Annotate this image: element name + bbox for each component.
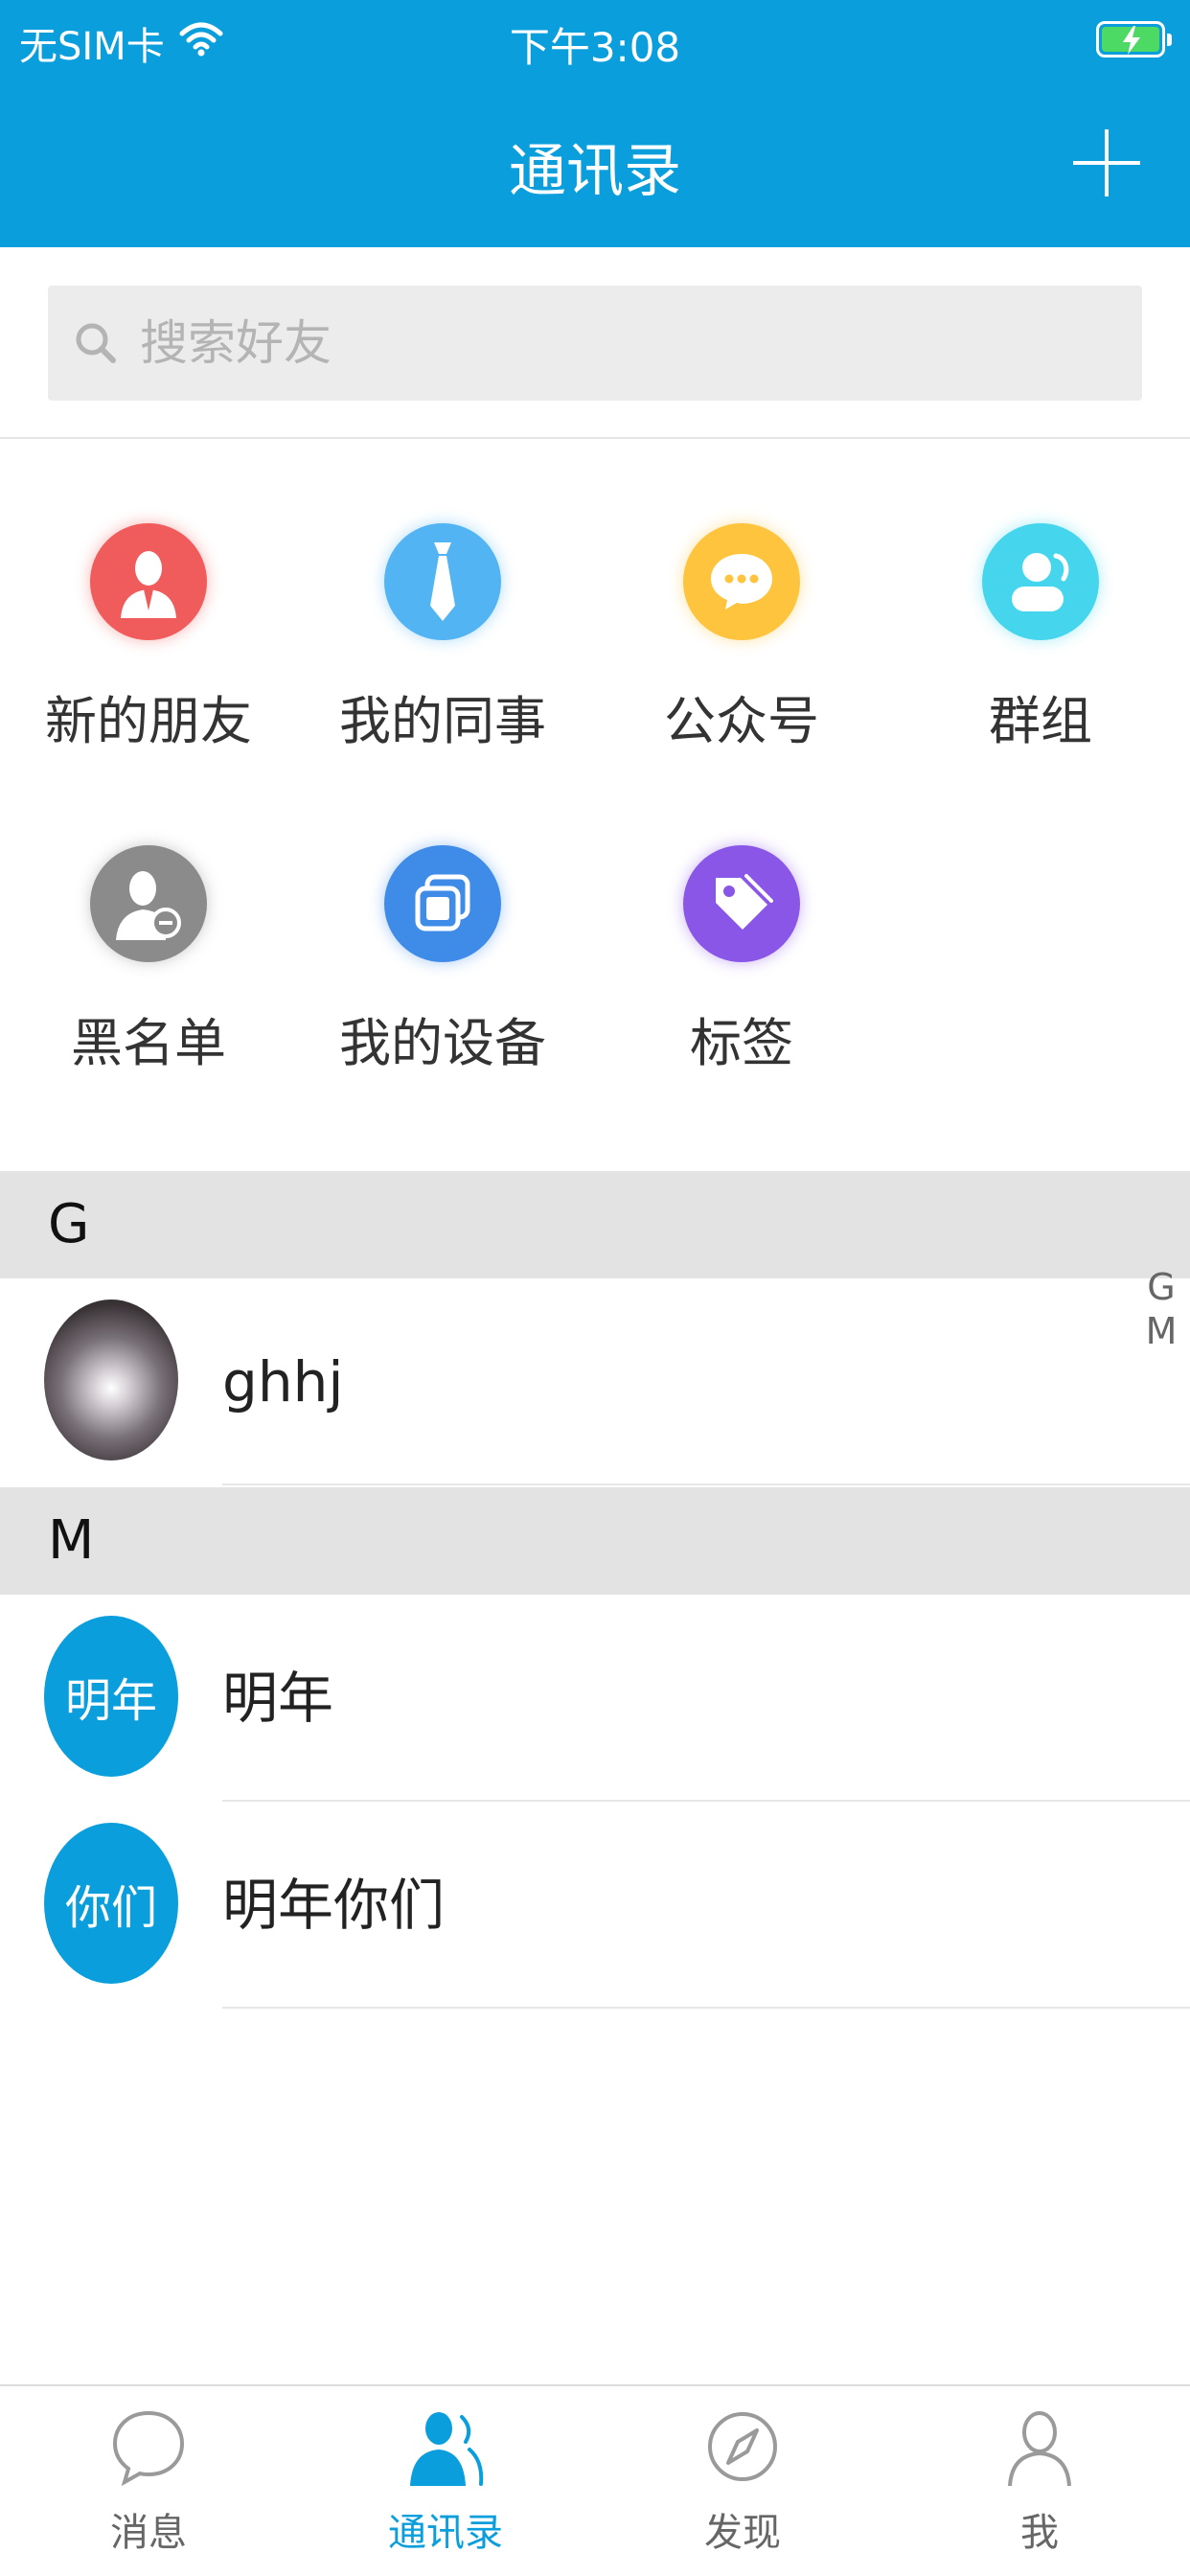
header: 无SIM卡 下午3:08 通讯录 [0, 0, 1190, 247]
shortcut-label: 我的设备 [339, 1013, 546, 1073]
colleague-tie-icon [384, 523, 501, 640]
alphabet-index[interactable]: G M [1142, 1265, 1180, 1353]
chat-bubble-icon [683, 523, 800, 640]
blacklist-user-icon [90, 845, 207, 962]
tab-me[interactable]: 我 [891, 2386, 1188, 2576]
shortcut-tags[interactable]: 标签 [598, 845, 885, 1076]
shortcut-label: 群组 [989, 691, 1092, 751]
user-profile-icon [996, 2404, 1083, 2490]
tab-label: 我 [1020, 2511, 1059, 2555]
tab-messages[interactable]: 消息 [0, 2386, 297, 2576]
contact-row[interactable]: ghhj [0, 1278, 1190, 1485]
status-bar: 无SIM卡 下午3:08 [0, 0, 1190, 80]
tab-label: 消息 [110, 2511, 187, 2555]
shortcut-colleagues[interactable]: 我的同事 [299, 523, 586, 754]
shortcut-blacklist[interactable]: 黑名单 [5, 845, 292, 1076]
tab-label: 发现 [704, 2511, 781, 2555]
index-letter[interactable]: G [1142, 1265, 1180, 1309]
search-bar[interactable] [48, 286, 1142, 401]
shortcut-label: 公众号 [664, 691, 819, 751]
shortcut-label: 我的同事 [339, 691, 546, 751]
shortcut-official-accounts[interactable]: 公众号 [598, 523, 885, 754]
contact-name: 明年 [222, 1666, 334, 1731]
status-time: 下午3:08 [509, 24, 681, 71]
shortcut-groups[interactable]: 群组 [897, 523, 1184, 754]
index-letter[interactable]: M [1142, 1309, 1180, 1353]
message-bubble-icon [105, 2404, 192, 2490]
tab-label: 通讯录 [388, 2511, 503, 2555]
device-icon [384, 845, 501, 962]
page-title: 通讯录 [509, 138, 681, 205]
add-button[interactable] [1073, 129, 1140, 196]
group-icon [982, 523, 1099, 640]
search-input[interactable] [140, 315, 1002, 371]
shortcut-label: 标签 [690, 1013, 793, 1073]
tab-contacts[interactable]: 通讯录 [297, 2386, 594, 2576]
contact-name: ghhj [222, 1349, 344, 1414]
contact-name: 明年你们 [222, 1873, 446, 1938]
shortcut-label: 黑名单 [71, 1013, 226, 1073]
avatar: 你们 [44, 1823, 178, 1984]
row-divider [222, 1484, 1190, 1485]
search-icon [76, 323, 116, 363]
tab-discover[interactable]: 发现 [594, 2386, 891, 2576]
shortcut-new-friends[interactable]: 新的朋友 [5, 523, 292, 754]
contact-row[interactable]: 你们 明年你们 [0, 1802, 1190, 2009]
search-section [0, 247, 1190, 439]
compass-icon [699, 2404, 786, 2490]
section-header-m: M [0, 1487, 1190, 1595]
avatar: 明年 [44, 1616, 178, 1777]
tag-icon [683, 845, 800, 962]
new-friend-icon [90, 523, 207, 640]
contact-row[interactable]: 明年 明年 [0, 1595, 1190, 1802]
shortcut-grid: 新的朋友 我的同事 公众号 群组 黑名单 我的设备 标签 [0, 441, 1190, 1171]
shortcut-label: 新的朋友 [45, 691, 252, 751]
row-divider [222, 2007, 1190, 2009]
tab-bar: 消息 通讯录 发现 我 [0, 2384, 1190, 2576]
shortcut-devices[interactable]: 我的设备 [299, 845, 586, 1076]
contacts-icon [402, 2404, 489, 2490]
battery-icon [1096, 21, 1172, 58]
section-header-g: G [0, 1171, 1190, 1278]
avatar [44, 1300, 178, 1460]
